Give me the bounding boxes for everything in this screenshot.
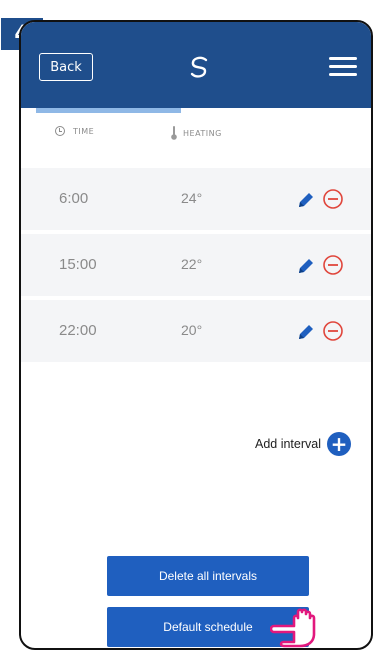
interval-temperature: 22° bbox=[181, 256, 203, 272]
remove-circle-icon[interactable] bbox=[322, 320, 344, 342]
delete-all-intervals-button[interactable]: Delete all intervals bbox=[107, 556, 309, 596]
edit-pencil-icon[interactable] bbox=[296, 190, 316, 210]
interval-temperature: 24° bbox=[181, 190, 203, 206]
active-tab-indicator bbox=[36, 108, 181, 113]
interval-time: 6:00 bbox=[59, 190, 89, 207]
remove-circle-icon[interactable] bbox=[322, 188, 344, 210]
edit-pencil-icon[interactable] bbox=[296, 322, 316, 342]
add-interval-label[interactable]: Add interval bbox=[255, 437, 321, 451]
clock-icon bbox=[55, 126, 65, 136]
phone-frame: Back TIME HEATING 6:00 24° 15:00 22° 22:… bbox=[19, 20, 373, 650]
column-heating-label: HEATING bbox=[183, 128, 222, 138]
interval-row: 15:00 22° bbox=[21, 234, 371, 296]
pointing-hand-icon bbox=[270, 608, 316, 648]
add-interval-control[interactable]: Add interval + bbox=[255, 432, 351, 456]
thermometer-icon bbox=[171, 126, 177, 140]
app-logo-icon bbox=[190, 56, 208, 78]
interval-list: 6:00 24° 15:00 22° 22:00 20° bbox=[21, 168, 371, 366]
hamburger-menu-icon[interactable] bbox=[329, 57, 357, 77]
back-button[interactable]: Back bbox=[39, 53, 93, 81]
interval-row: 6:00 24° bbox=[21, 168, 371, 230]
interval-time: 22:00 bbox=[59, 322, 97, 339]
interval-row: 22:00 20° bbox=[21, 300, 371, 362]
interval-temperature: 20° bbox=[181, 322, 203, 338]
column-headers: TIME HEATING bbox=[21, 126, 371, 146]
add-plus-icon[interactable]: + bbox=[327, 432, 351, 456]
remove-circle-icon[interactable] bbox=[322, 254, 344, 276]
column-heating: HEATING bbox=[171, 126, 222, 140]
edit-pencil-icon[interactable] bbox=[296, 256, 316, 276]
column-time: TIME bbox=[55, 126, 94, 136]
interval-time: 15:00 bbox=[59, 256, 97, 273]
app-header: Back bbox=[21, 22, 371, 108]
column-time-label: TIME bbox=[73, 126, 95, 136]
